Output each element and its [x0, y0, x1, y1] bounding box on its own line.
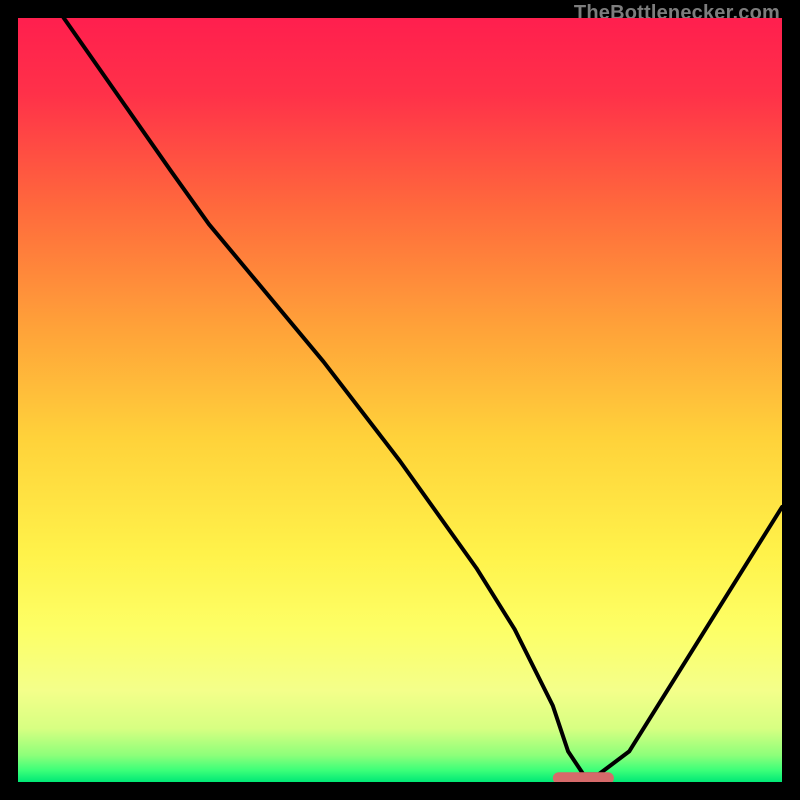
optimal-range-marker — [553, 772, 614, 782]
bottleneck-chart — [18, 18, 782, 782]
gradient-background — [18, 18, 782, 782]
chart-frame — [18, 18, 782, 782]
